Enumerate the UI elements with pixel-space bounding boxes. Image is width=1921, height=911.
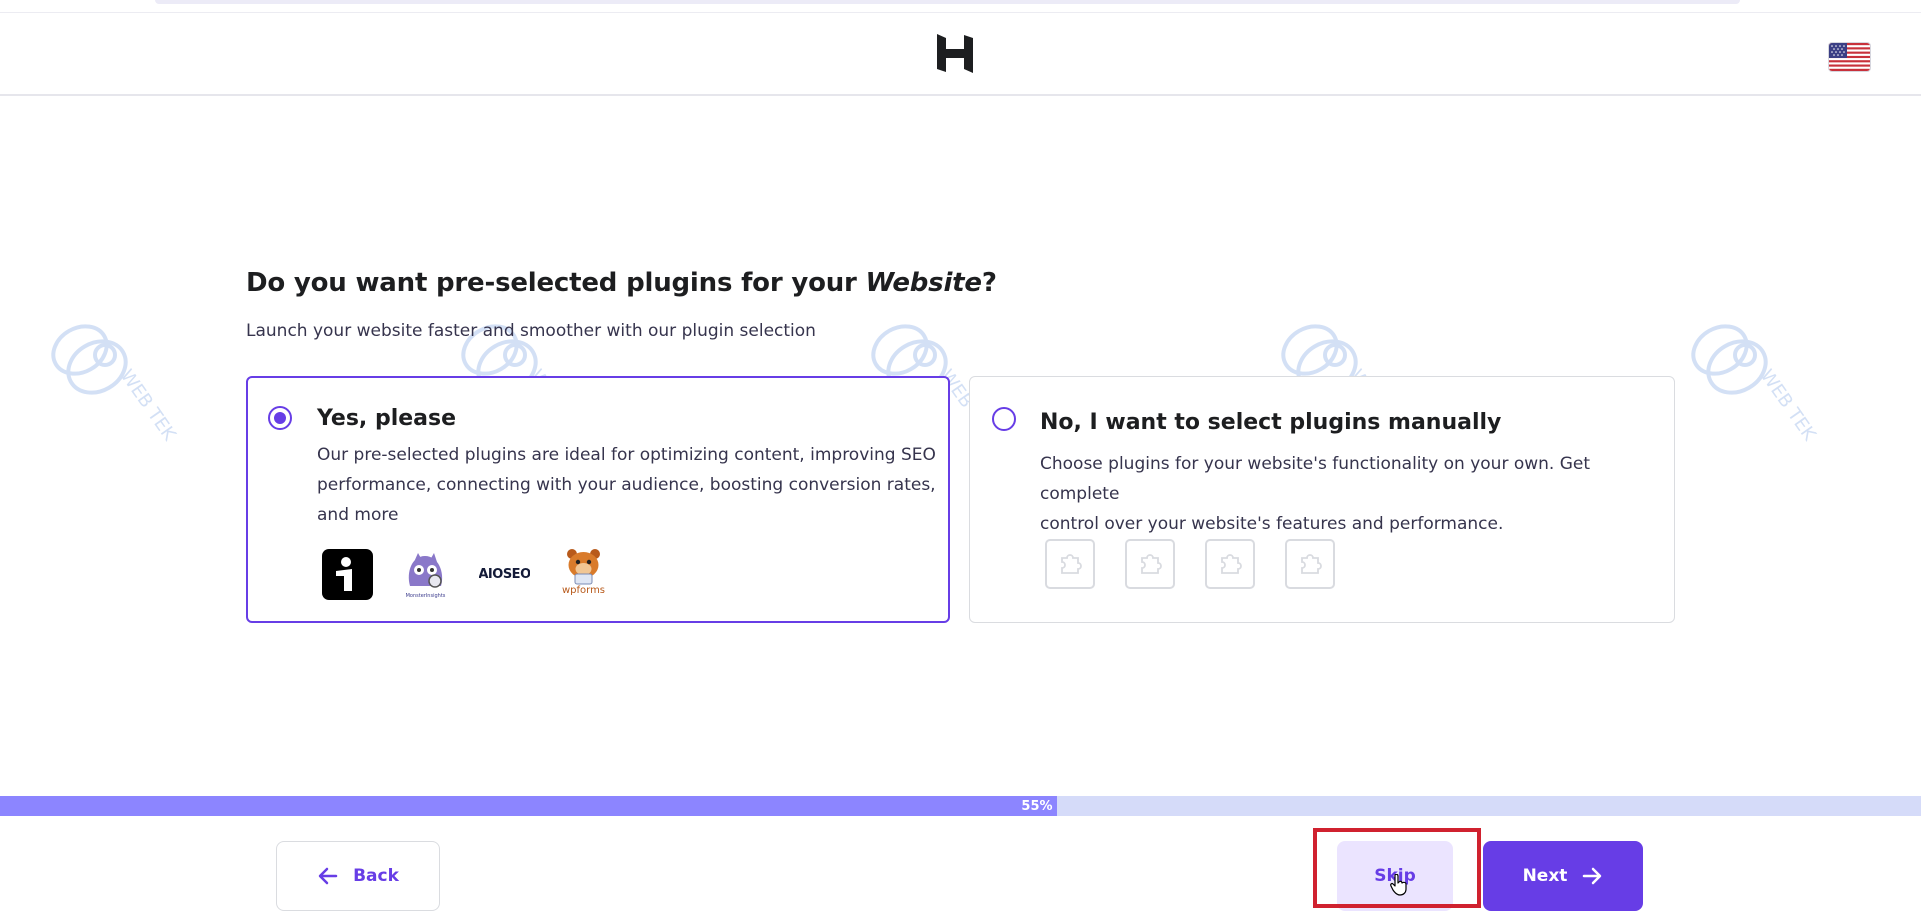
description-line: performance, connecting with your audien… — [317, 475, 936, 495]
progress-label: 55% — [1021, 798, 1053, 814]
page-title: Do you want pre-selected plugins for you… — [246, 268, 997, 298]
progress-fill: 55% — [0, 796, 1057, 816]
option-title: No, I want to select plugins manually — [1040, 410, 1502, 435]
watermark-logo: WEB TEK — [51, 324, 181, 446]
radio-preselected[interactable] — [268, 406, 292, 430]
description-line: and more — [317, 505, 399, 525]
puzzle-icon — [1285, 539, 1335, 589]
puzzle-icon — [1205, 539, 1255, 589]
monsterinsights-label: MonsterInsights — [406, 593, 446, 599]
description-line: Choose plugins for your website's functi… — [1040, 454, 1591, 504]
back-button[interactable]: Back — [276, 841, 440, 911]
top-strip — [155, 0, 1740, 4]
title-emphasis: Website — [865, 268, 983, 298]
hand-cursor-icon — [1390, 874, 1407, 896]
arrow-left-icon — [318, 867, 338, 885]
watermark-text: WEB TEK — [1756, 366, 1821, 446]
description-line: Our pre-selected plugins are ideal for o… — [317, 445, 936, 465]
wpforms-icon: wpforms — [562, 549, 605, 596]
puzzle-icon — [1045, 539, 1095, 589]
watermark-logo: WEB TEK — [1691, 324, 1821, 446]
option-description: Our pre-selected plugins are ideal for o… — [317, 440, 937, 530]
back-label: Back — [353, 866, 399, 886]
option-card-preselected[interactable]: Yes, please Our pre-selected plugins are… — [246, 376, 950, 623]
next-label: Next — [1522, 866, 1568, 886]
option-card-manual[interactable]: No, I want to select plugins manually Ch… — [969, 376, 1675, 623]
watermark-text: WEB TEK — [116, 366, 181, 446]
option-title: Yes, please — [317, 406, 457, 431]
radio-manual[interactable] — [992, 407, 1016, 431]
jetpack-info-icon — [322, 549, 373, 600]
page-subtitle: Launch your website faster and smoother … — [246, 321, 816, 341]
aioseo-label: AIOSEO — [479, 567, 530, 582]
monsterinsights-icon: MonsterInsights — [406, 553, 446, 599]
hostinger-logo-icon[interactable] — [937, 34, 973, 73]
wpforms-label: wpforms — [562, 585, 605, 596]
next-button[interactable]: Next — [1483, 841, 1643, 911]
header — [0, 13, 1921, 96]
title-suffix: ? — [981, 268, 997, 298]
option-description: Choose plugins for your website's functi… — [1040, 449, 1660, 539]
puzzle-icon — [1125, 539, 1175, 589]
arrow-right-icon — [1583, 867, 1602, 885]
us-flag-icon[interactable] — [1829, 43, 1870, 71]
title-prefix: Do you want pre-selected plugins for you… — [246, 268, 866, 298]
description-line: control over your website's features and… — [1040, 514, 1504, 534]
progress-bar: 55% — [0, 796, 1921, 816]
aioseo-icon: AIOSEO — [479, 567, 530, 582]
